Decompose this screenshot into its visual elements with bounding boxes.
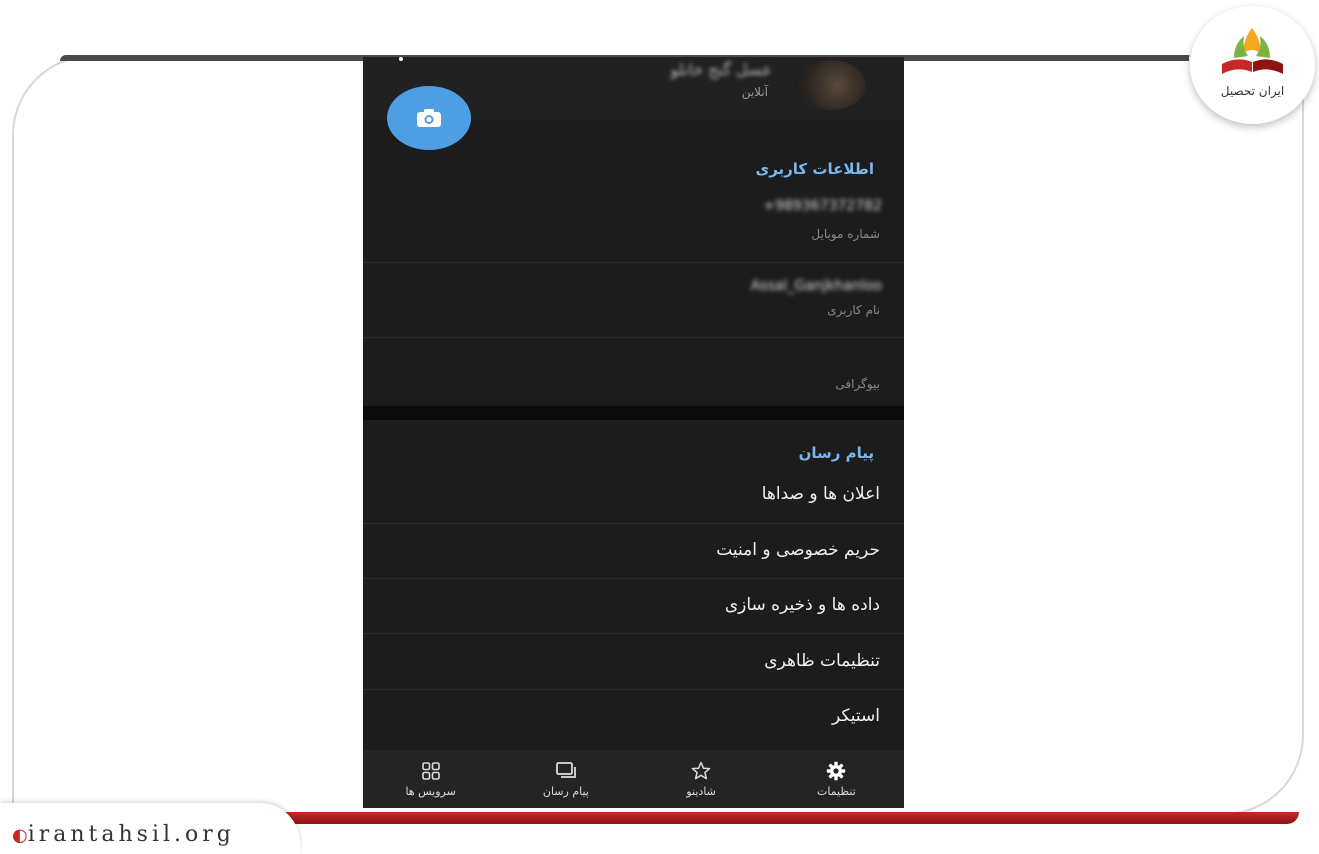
settings-item-data-storage[interactable]: داده ها و ذخیره سازی	[725, 595, 880, 615]
settings-item-appearance[interactable]: تنظیمات ظاهری	[764, 651, 880, 671]
profile-name: عسل گنج خانلو	[670, 60, 772, 79]
tab-settings-label: تنظیمات	[816, 784, 856, 798]
divider	[363, 578, 904, 579]
username-value[interactable]: Assal_Ganjkhanloo	[751, 278, 882, 294]
tab-shadino-label: شادینو	[686, 784, 716, 798]
bottom-nav: سرویس ها پیام رسان شادینو تنظیمات	[363, 750, 904, 808]
site-url-text: irantahsil.org	[27, 822, 235, 847]
camera-icon	[417, 109, 441, 127]
phone-screen: عسل گنج خانلو آنلاین اطلاعات کاربری +989…	[363, 57, 904, 808]
divider	[363, 262, 904, 263]
tab-services-label: سرویس ها	[405, 784, 456, 798]
logo-text: ایران تحصیل	[1220, 84, 1285, 98]
globe-icon: ◐	[12, 825, 28, 846]
book-logo-icon	[1222, 28, 1283, 74]
camera-button[interactable]	[387, 86, 471, 150]
profile-status: آنلاین	[741, 85, 768, 99]
brand-logo: ایران تحصیل	[1190, 6, 1315, 124]
tab-shadino[interactable]: شادینو	[634, 750, 769, 808]
section-divider	[363, 406, 904, 420]
tab-messenger[interactable]: پیام رسان	[498, 750, 633, 808]
tab-services[interactable]: سرویس ها	[363, 750, 498, 808]
avatar[interactable]	[794, 60, 866, 110]
divider	[363, 689, 904, 690]
username-label: نام کاربری	[827, 303, 880, 317]
site-url: ◐irantahsil.org	[12, 822, 235, 847]
divider	[363, 337, 904, 338]
star-icon	[691, 761, 711, 781]
phone-number-value[interactable]: +989367372782	[763, 198, 882, 214]
divider	[363, 523, 904, 524]
user-info-title: اطلاعات کاربری	[755, 160, 874, 178]
tab-settings[interactable]: تنظیمات	[769, 750, 904, 808]
settings-item-privacy[interactable]: حریم خصوصی و امنیت	[716, 540, 880, 560]
bottom-accent-bar	[220, 812, 1299, 824]
settings-item-notifications[interactable]: اعلان ها و صداها	[762, 484, 880, 504]
bio-label[interactable]: بیوگرافی	[835, 377, 880, 391]
messenger-section-title: پیام رسان	[798, 444, 874, 462]
grid-icon	[421, 761, 441, 781]
tab-messenger-label: پیام رسان	[542, 784, 589, 798]
menu-dot-icon[interactable]	[399, 57, 403, 61]
chat-icon	[555, 761, 577, 781]
settings-item-stickers[interactable]: استیکر	[832, 706, 880, 726]
gear-icon	[826, 761, 846, 781]
divider	[363, 633, 904, 634]
phone-number-label: شماره موبایل	[811, 227, 880, 241]
